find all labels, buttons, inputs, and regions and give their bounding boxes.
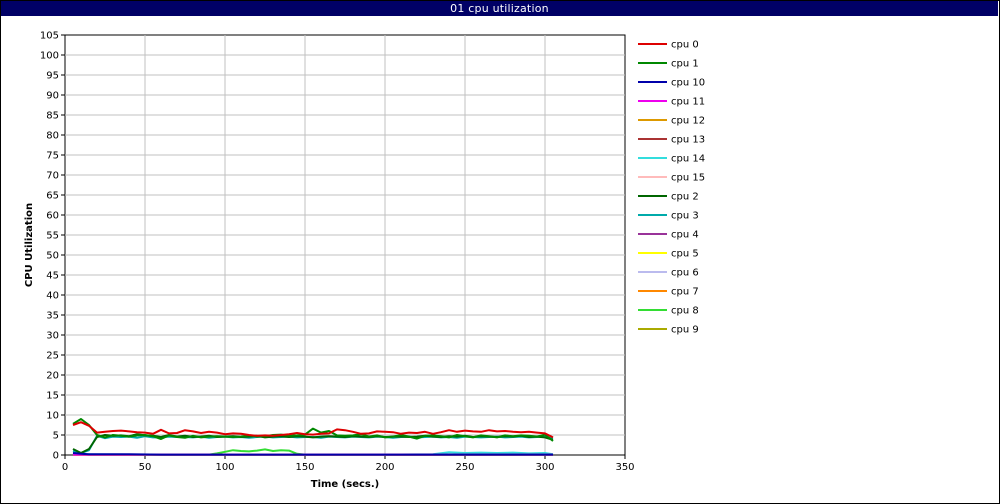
x-tick-label: 300 — [535, 462, 554, 473]
legend-label: cpu 15 — [671, 173, 705, 184]
y-tick-label: 30 — [46, 331, 59, 342]
x-tick-label: 350 — [615, 462, 634, 473]
y-tick-label: 85 — [46, 111, 59, 122]
y-tick-label: 90 — [46, 91, 59, 102]
y-tick-label: 80 — [46, 131, 59, 142]
legend-label: cpu 1 — [671, 59, 699, 70]
legend-label: cpu 14 — [671, 154, 705, 165]
legend-label: cpu 9 — [671, 325, 699, 336]
y-tick-label: 20 — [46, 371, 59, 382]
y-tick-label: 25 — [46, 351, 59, 362]
y-axis-label: CPU Utilization — [24, 203, 35, 287]
x-axis-label: Time (secs.) — [311, 479, 380, 490]
y-tick-label: 45 — [46, 271, 59, 282]
legend-label: cpu 4 — [671, 230, 699, 241]
legend-label: cpu 11 — [671, 97, 705, 108]
y-tick-label: 0 — [53, 451, 59, 462]
y-tick-label: 55 — [46, 231, 59, 242]
legend-label: cpu 0 — [671, 40, 699, 51]
y-tick-label: 10 — [46, 411, 59, 422]
legend-label: cpu 8 — [671, 306, 699, 317]
y-axis-ticks: 0 5 10 15 20 25 30 35 40 45 50 55 60 65 70 75 80 85 90 95 10… — [40, 31, 65, 462]
x-tick-label: 150 — [295, 462, 314, 473]
y-tick-label: 105 — [40, 31, 59, 42]
y-tick-label: 35 — [46, 311, 59, 322]
x-tick-label: 200 — [375, 462, 394, 473]
legend: cpu 0 cpu 1 cpu 10 cpu 11 cpu 12 cpu 13 cpu 14… — [638, 40, 705, 336]
y-tick-label: 70 — [46, 171, 59, 182]
y-tick-label: 75 — [46, 151, 59, 162]
legend-label: cpu 6 — [671, 268, 699, 279]
x-tick-label: 50 — [139, 462, 152, 473]
y-tick-label: 100 — [40, 51, 59, 62]
cpu-utilization-chart: 0 5 10 15 20 25 30 35 40 45 50 55 60 65 70 75 80 85 90 95 10… — [24, 31, 705, 491]
legend-label: cpu 2 — [671, 192, 699, 203]
y-tick-label: 65 — [46, 191, 59, 202]
legend-label: cpu 7 — [671, 287, 699, 298]
legend-label: cpu 12 — [671, 116, 705, 127]
y-tick-label: 15 — [46, 391, 59, 402]
legend-label: cpu 3 — [671, 211, 699, 222]
x-tick-label: 100 — [215, 462, 234, 473]
y-tick-label: 50 — [46, 251, 59, 262]
y-tick-label: 95 — [46, 71, 59, 82]
x-tick-label: 0 — [62, 462, 68, 473]
x-axis-ticks: 0 50 100 150 200 250 300 350 — [62, 455, 635, 473]
legend-label: cpu 5 — [671, 249, 699, 260]
y-tick-label: 60 — [46, 211, 59, 222]
plot-area — [64, 34, 626, 456]
y-tick-label: 40 — [46, 291, 59, 302]
legend-label: cpu 10 — [671, 78, 705, 89]
legend-label: cpu 13 — [671, 135, 705, 146]
x-tick-label: 250 — [455, 462, 474, 473]
y-tick-label: 5 — [53, 431, 59, 442]
